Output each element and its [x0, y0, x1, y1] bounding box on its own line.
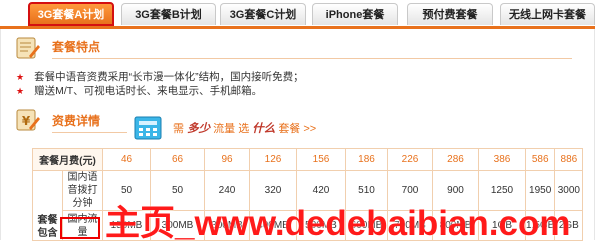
- fee-cell: 286: [432, 148, 479, 171]
- monthly-fee-label: 套餐月费(元): [32, 148, 103, 171]
- tab-3g-plan-a[interactable]: 3G套餐A计划: [28, 2, 114, 26]
- pricing-title: 资费详情: [52, 114, 101, 128]
- fee-cell: 586: [524, 148, 556, 171]
- fee-cell: 126: [249, 148, 297, 171]
- star-bullet-icon: ★: [16, 72, 25, 82]
- highlight-box: [60, 217, 100, 239]
- watermark-text: 主页_www.dedebaibian.com: [105, 204, 571, 243]
- tab-wireless-card-plan[interactable]: 无线上网卡套餐: [500, 3, 595, 25]
- plan-selector-link[interactable]: 需 多少 流量 选 什么 套餐 >>: [133, 115, 353, 141]
- star-bullet-icon: ★: [16, 86, 25, 96]
- feature-item: ★ 套餐中语音资费采用“长市漫一体化”结构，国内接听免费；: [16, 71, 304, 83]
- fee-cell: 186: [345, 148, 388, 171]
- tab-prepaid-plan[interactable]: 预付费套餐: [407, 3, 493, 25]
- fee-cell: 96: [204, 148, 250, 171]
- voice-minutes-label: 国内语音拨打分钟: [62, 170, 103, 211]
- fee-cell: 386: [478, 148, 526, 171]
- fee-cell: 226: [387, 148, 433, 171]
- plan-tab-bar: 3G套餐A计划 3G套餐B计划 3G套餐C计划 iPhone套餐 预付费套餐 无…: [0, 0, 595, 29]
- notebook-icon: [16, 37, 40, 59]
- features-divider: [52, 58, 572, 59]
- price-notebook-icon: ¥: [16, 109, 40, 131]
- svg-text:¥: ¥: [22, 114, 31, 128]
- plan-includes-label: 套餐包含: [32, 170, 63, 241]
- fee-cell: 46: [102, 148, 151, 171]
- tab-3g-plan-b[interactable]: 3G套餐B计划: [121, 3, 216, 25]
- tab-3g-plan-c[interactable]: 3G套餐C计划: [220, 3, 306, 25]
- features-title: 套餐特点: [52, 40, 101, 54]
- tab-iphone-plan[interactable]: iPhone套餐: [312, 3, 398, 25]
- fee-cell: 66: [150, 148, 205, 171]
- plan-selector-text: 需 多少 流量 选 什么 套餐 >>: [173, 123, 317, 135]
- calculator-icon: [134, 116, 162, 140]
- feature-item: ★ 赠送M/T、可视电话时长、来电显示、手机邮箱。: [16, 85, 263, 97]
- pricing-divider: [52, 132, 127, 133]
- fee-cell: 156: [296, 148, 346, 171]
- monthly-fee-row: 套餐月费(元) 46 66 96 126 156 186 226 286 386…: [32, 148, 584, 171]
- fee-cell: 886: [554, 148, 584, 171]
